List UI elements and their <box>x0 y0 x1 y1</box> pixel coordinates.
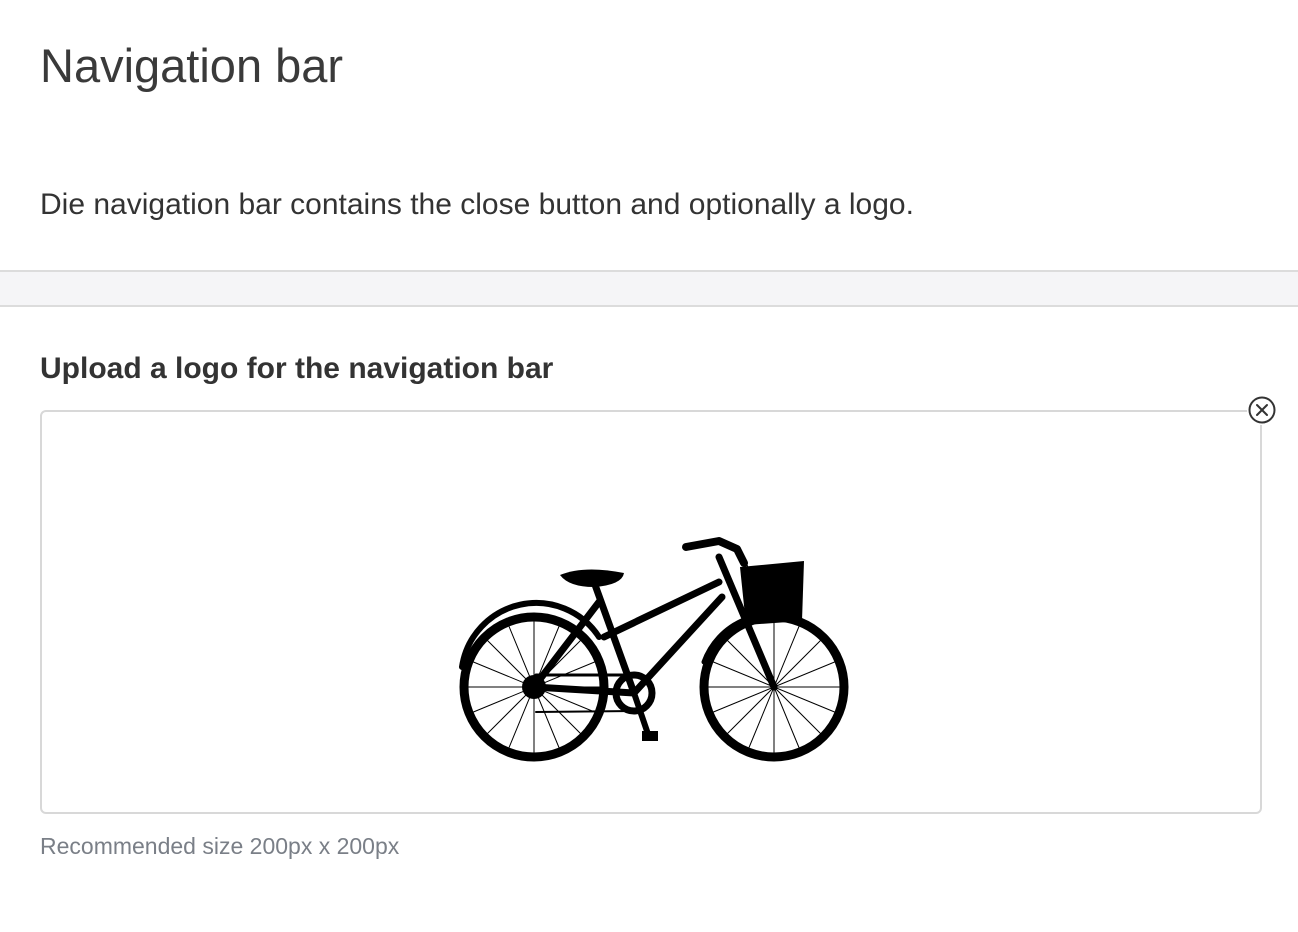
remove-logo-button[interactable] <box>1247 395 1277 425</box>
logo-upload-label: Upload a logo for the navigation bar <box>40 352 554 385</box>
page-title: Navigation bar <box>40 39 344 92</box>
navigation-bar-settings-page: Navigation bar Die navigation bar contai… <box>0 0 1298 932</box>
logo-size-hint: Recommended size 200px x 200px <box>40 833 400 859</box>
page-description: Die navigation bar contains the close bu… <box>40 188 914 221</box>
close-circle-icon <box>1248 396 1276 424</box>
bicycle-logo-preview <box>459 537 849 762</box>
logo-upload-dropzone[interactable] <box>40 410 1262 814</box>
section-divider <box>0 270 1298 307</box>
